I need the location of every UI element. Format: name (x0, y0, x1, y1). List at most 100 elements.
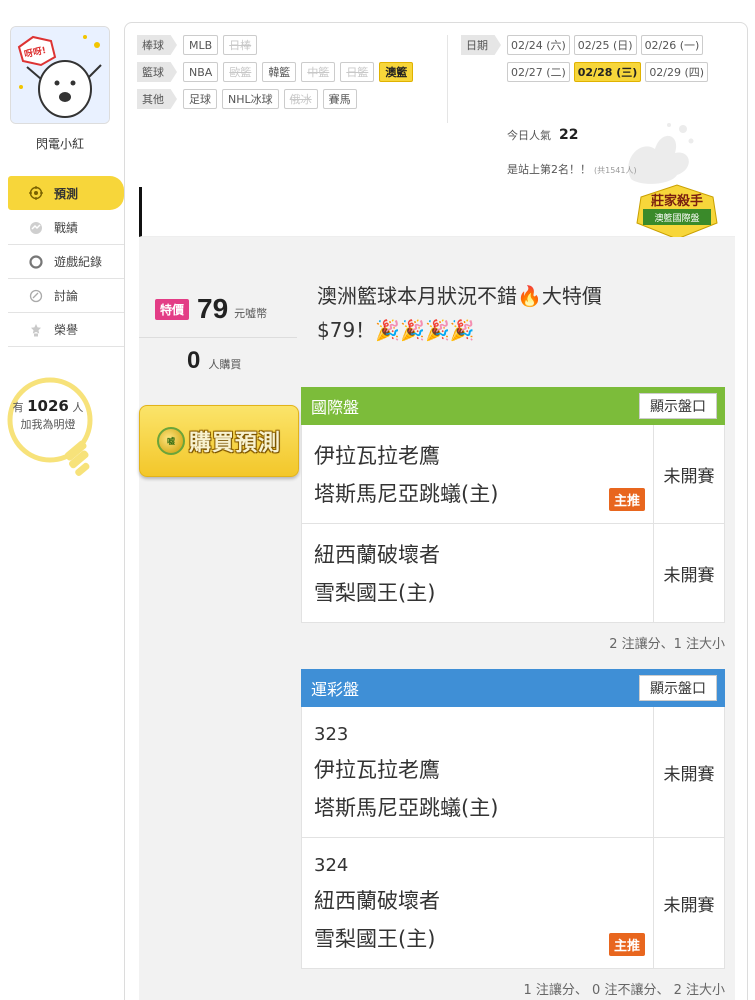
lottery-odds-panel: 運彩盤 顯示盤口 323 伊拉瓦拉老鷹 塔斯馬尼亞跳蟻(主) 未開賽 324 紐… (301, 669, 725, 1000)
total-users-text: (共1541人) (594, 166, 637, 175)
popularity-rank: 是站上第2名！！ (共1541人) (507, 161, 637, 177)
match-list: 323 伊拉瓦拉老鷹 塔斯馬尼亞跳蟻(主) 未開賽 324 紐西蘭破壞者 雪梨國… (301, 707, 725, 969)
main-pick-badge: 主推 (608, 933, 645, 956)
sidebar-item-honor[interactable]: 榮譽 (8, 313, 124, 347)
follow-bulb[interactable]: 有 1026 人 加我為明燈 (6, 376, 98, 484)
date-option-selected[interactable]: 02/28 (三) (573, 62, 642, 82)
match-teams: 324 紐西蘭破壞者 雪梨國王(主) 主推 (302, 838, 654, 968)
date-option[interactable]: 02/25 (日) (573, 35, 637, 55)
match-list: 伊拉瓦拉老鷹 塔斯馬尼亞跳蟻(主) 主推 未開賽 紐西蘭破壞者 雪梨國王(主) … (301, 425, 725, 623)
match-row: 紐西蘭破壞者 雪梨國王(主) 未開賽 (302, 524, 724, 623)
date-label: 日期 (461, 35, 501, 55)
away-team: 伊拉瓦拉老鷹 (314, 758, 440, 782)
sport-tag-japan: 日籃 (340, 62, 375, 82)
category-label: 棒球 (137, 35, 177, 55)
follow-cta: 加我為明燈 (20, 418, 76, 431)
home-team: 塔斯馬尼亞跳蟻(主) (314, 796, 499, 820)
today-popularity: 今日人氣 22 (507, 127, 578, 143)
date-option[interactable]: 02/27 (二) (507, 62, 570, 82)
bet-summary: 2 注讓分、1 注大小 (609, 637, 725, 652)
bookmaker-killer-badge-icon: 莊家殺手 澳籃國際盤 (636, 184, 718, 240)
match-status: 未開賽 (663, 466, 715, 487)
sidebar-item-label: 戰績 (54, 221, 79, 235)
follower-count-text: 有 1026 人 加我為明燈 (6, 398, 90, 433)
main-panel: 棒球 MLB 日棒 籃球 NBA 歐籃 韓籃 中籃 日籃 澳籃 其他 足球 NH… (124, 22, 748, 1000)
panel-header: 運彩盤 顯示盤口 (301, 669, 725, 707)
headline-line-1: 澳洲籃球本月狀況不錯🔥大特價 (317, 284, 602, 308)
circle-icon (28, 254, 44, 270)
away-team: 紐西蘭破壞者 (314, 889, 440, 913)
target-icon (28, 185, 44, 201)
match-number: 324 (314, 855, 349, 876)
sport-tag-soccer[interactable]: 足球 (183, 89, 217, 109)
date-row-1: 日期 02/24 (六) 02/25 (日) 02/26 (一) (461, 35, 712, 55)
divider (139, 337, 297, 338)
sidebar-item-game-log[interactable]: 遊戲紀錄 (8, 245, 124, 279)
sport-tag-khl: 俄冰 (283, 89, 318, 109)
sport-filters: 棒球 MLB 日棒 籃球 NBA 歐籃 韓籃 中籃 日籃 澳籃 其他 足球 NH… (137, 35, 418, 116)
chat-icon (28, 288, 44, 304)
sport-tag-nba[interactable]: NBA (183, 62, 219, 82)
panel-header: 國際盤 顯示盤口 (301, 387, 725, 425)
show-odds-button[interactable]: 顯示盤口 (639, 675, 717, 701)
filter-row-basketball: 籃球 NBA 歐籃 韓籃 中籃 日籃 澳籃 (137, 62, 418, 82)
sidebar-item-label: 榮譽 (54, 323, 79, 337)
sidebar-item-record[interactable]: 戰績 (8, 211, 124, 245)
buyers-value: 0 (187, 347, 201, 374)
buy-prediction-button[interactable]: 嘘 購買預測 (139, 405, 299, 477)
date-option[interactable]: 02/26 (一) (640, 35, 704, 55)
filter-row-other: 其他 足球 NHL冰球 俄冰 賽馬 (137, 89, 418, 109)
rank-text: 是站上第2名！！ (507, 163, 591, 176)
record-icon (28, 220, 44, 236)
date-option[interactable]: 02/24 (六) (507, 35, 570, 55)
prediction-headline: 澳洲籃球本月狀況不錯🔥大特價 $79！🎉🎉🎉🎉 (317, 279, 737, 347)
buy-button-label: 購買預測 (188, 431, 281, 456)
coin-icon: 嘘 (156, 427, 185, 455)
panel-title: 國際盤 (311, 398, 360, 417)
date-option[interactable]: 02/29 (四) (645, 62, 709, 82)
popularity-label: 今日人氣 (507, 129, 551, 142)
sport-tag-nhl[interactable]: NHL冰球 (222, 89, 279, 109)
intl-odds-panel: 國際盤 顯示盤口 伊拉瓦拉老鷹 塔斯馬尼亞跳蟻(主) 主推 未開賽 紐西蘭破壞者… (301, 387, 725, 659)
sidebar-item-predict[interactable]: 預測 (8, 176, 124, 210)
match-row: 伊拉瓦拉老鷹 塔斯馬尼亞跳蟻(主) 主推 未開賽 (302, 425, 724, 524)
badge-subtitle: 澳籃國際盤 (654, 212, 699, 224)
avatar[interactable]: 呀呀! (10, 26, 110, 124)
avatar-image: 呀呀! (11, 27, 109, 123)
special-price-badge: 特價 (155, 298, 190, 320)
away-team: 紐西蘭破壞者 (314, 543, 440, 567)
match-teams: 紐西蘭破壞者 雪梨國王(主) (302, 524, 654, 622)
buyers-label: 人購買 (208, 358, 242, 371)
sidebar-item-discussion[interactable]: 討論 (8, 279, 124, 313)
sport-tag-korea[interactable]: 韓籃 (262, 62, 297, 82)
sport-tag-npb: 日棒 (223, 35, 258, 55)
popularity-value: 22 (559, 127, 579, 143)
filter-row-baseball: 棒球 MLB 日棒 (137, 35, 418, 55)
sport-tag-mlb[interactable]: MLB (183, 35, 219, 55)
sidebar-item-label: 遊戲紀錄 (54, 255, 103, 269)
match-status: 未開賽 (663, 895, 715, 916)
headline-line-2: $79！🎉🎉🎉🎉 (317, 318, 475, 342)
side-menu: 預測 戰績 遊戲紀錄 討論 榮譽 (8, 176, 124, 347)
buyer-count: 0 人購買 (187, 347, 241, 375)
away-team: 伊拉瓦拉老鷹 (314, 444, 440, 468)
price-unit: 元噓幣 (234, 307, 268, 320)
sport-tag-euro: 歐籃 (223, 62, 258, 82)
price-row: 特價 79 元噓幣 (155, 293, 267, 325)
match-row: 324 紐西蘭破壞者 雪梨國王(主) 主推 未開賽 (302, 838, 724, 969)
date-picker: 日期 02/24 (六) 02/25 (日) 02/26 (一) 02/27 (… (461, 35, 712, 89)
category-label: 其他 (137, 89, 177, 109)
home-team: 雪梨國王(主) (314, 927, 436, 951)
show-odds-button[interactable]: 顯示盤口 (639, 393, 717, 419)
price-value: 79 (197, 293, 229, 324)
sport-tag-china: 中籃 (301, 62, 336, 82)
username[interactable]: 閃電小紅 (0, 135, 120, 152)
panel-title: 運彩盤 (311, 680, 360, 699)
followers-suffix: 人 (72, 401, 84, 414)
medal-icon (28, 322, 44, 338)
bet-summary: 1 注讓分、 0 注不讓分、 2 注大小 (523, 983, 725, 998)
sport-tag-australia[interactable]: 澳籃 (379, 62, 414, 82)
sport-tag-horse-racing[interactable]: 賽馬 (322, 89, 357, 109)
sidebar-item-label: 預測 (54, 186, 79, 201)
match-status: 未開賽 (663, 764, 715, 785)
